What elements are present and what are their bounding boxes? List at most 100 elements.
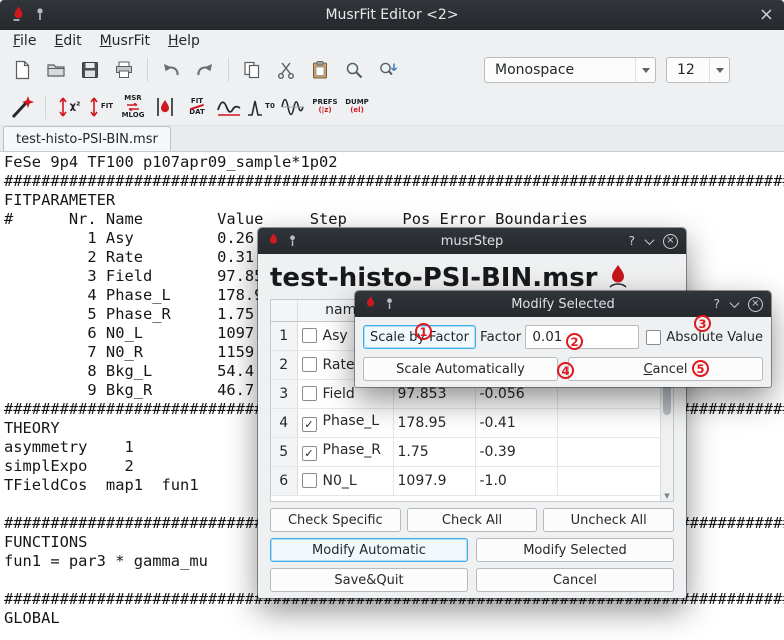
msr-file-heading: test-histo-PSI-BIN.msr bbox=[270, 262, 598, 294]
param-row[interactable]: 6 N0_L 1097.9 -1.0 bbox=[271, 466, 662, 495]
toolbar-separator bbox=[228, 58, 229, 82]
cut-icon[interactable] bbox=[270, 55, 302, 85]
absolute-value-label: Absolute Value bbox=[666, 330, 763, 345]
menu-file[interactable]: File bbox=[4, 31, 45, 51]
param-row[interactable]: 5 ✓Phase_R 1.75 -0.39 bbox=[271, 437, 662, 466]
editor-line: FeSe 9p4 TF100 p107apr09_sample*1p02 bbox=[4, 153, 784, 172]
editor-line: GLOBAL bbox=[4, 609, 784, 628]
musrfit-logo-icon bbox=[606, 263, 630, 293]
help-icon[interactable]: ? bbox=[714, 298, 720, 310]
musr-wiz-icon[interactable] bbox=[8, 91, 36, 123]
editor-line: ########################################… bbox=[4, 172, 784, 191]
modify-titlebar[interactable]: Modify Selected ? × bbox=[355, 291, 771, 317]
app-icon bbox=[10, 5, 27, 26]
main-titlebar[interactable]: MusrFit Editor <2> × bbox=[0, 0, 784, 30]
musr-plot-icon[interactable] bbox=[215, 91, 243, 123]
scroll-down-icon[interactable]: ▼ bbox=[661, 492, 673, 500]
musr-t0-icon[interactable]: T0 bbox=[247, 91, 275, 123]
row-checkbox[interactable] bbox=[302, 328, 317, 343]
row-checkbox[interactable]: ✓ bbox=[302, 417, 317, 432]
row-checkbox[interactable] bbox=[302, 386, 317, 401]
param-value: 1.75 bbox=[393, 437, 475, 466]
menu-musrfit[interactable]: MusrFit bbox=[91, 31, 159, 51]
param-value: 178.95 bbox=[393, 408, 475, 437]
musr-prefs-icon[interactable]: PREFS(|z) bbox=[311, 91, 339, 123]
menu-edit[interactable]: Edit bbox=[45, 31, 90, 51]
absolute-value-checkbox[interactable] bbox=[646, 330, 661, 345]
paste-icon[interactable] bbox=[304, 55, 336, 85]
undo-icon[interactable] bbox=[155, 55, 187, 85]
pin-icon[interactable] bbox=[384, 295, 395, 314]
menu-help[interactable]: Help bbox=[159, 31, 209, 51]
param-name: Phase_R bbox=[323, 442, 382, 458]
check-specific-button[interactable]: Check Specific bbox=[270, 508, 401, 532]
app-icon bbox=[266, 232, 281, 251]
find-icon[interactable] bbox=[338, 55, 370, 85]
font-size-value: 12 bbox=[667, 62, 709, 78]
new-document-icon[interactable] bbox=[6, 55, 38, 85]
annotation-circle-3: 3 bbox=[694, 315, 711, 332]
app-icon bbox=[363, 295, 378, 314]
screen: MusrFit Editor <2> × File Edit MusrFit H… bbox=[0, 0, 784, 640]
musrview-icon[interactable] bbox=[151, 91, 179, 123]
cancel-button[interactable]: Cancel bbox=[476, 568, 674, 592]
print-icon[interactable] bbox=[108, 55, 140, 85]
annotation-circle-5: 5 bbox=[692, 360, 709, 377]
msr-mlog-swap-icon[interactable]: MSRMLOG bbox=[119, 91, 147, 123]
factor-input[interactable] bbox=[525, 325, 639, 349]
param-name: Asy bbox=[323, 328, 348, 344]
param-name: Field bbox=[323, 386, 355, 402]
musrstep-titlebar[interactable]: musrStep ? × bbox=[258, 228, 686, 254]
dialog-title: Modify Selected bbox=[355, 297, 771, 312]
factor-label: Factor bbox=[480, 329, 521, 345]
close-icon[interactable]: × bbox=[748, 297, 763, 312]
uncheck-all-button[interactable]: Uncheck All bbox=[543, 508, 674, 532]
row-checkbox[interactable]: ✓ bbox=[302, 446, 317, 461]
row-checkbox[interactable] bbox=[302, 357, 317, 372]
modify-selected-button[interactable]: Modify Selected bbox=[476, 538, 674, 562]
menubar: File Edit MusrFit Help bbox=[0, 30, 784, 52]
musrfit-fit-icon[interactable]: FIT bbox=[87, 91, 115, 123]
musrfit-toolbar: χ² FIT MSRMLOG FITDAT T0 PREFS(|z) DUMP(… bbox=[0, 88, 784, 126]
shade-icon[interactable] bbox=[729, 299, 739, 309]
param-step: -0.41 bbox=[475, 408, 557, 437]
param-value: 1097.9 bbox=[393, 466, 475, 495]
open-folder-icon[interactable] bbox=[40, 55, 72, 85]
window-title: MusrFit Editor <2> bbox=[0, 7, 784, 23]
help-icon[interactable]: ? bbox=[629, 235, 635, 247]
close-icon[interactable]: × bbox=[759, 6, 774, 24]
param-step: -0.39 bbox=[475, 437, 557, 466]
scale-automatically-button[interactable]: Scale Automatically bbox=[363, 357, 558, 381]
close-icon[interactable]: × bbox=[663, 234, 678, 249]
editor-line: FITPARAMETER bbox=[4, 191, 784, 210]
redo-icon[interactable] bbox=[189, 55, 221, 85]
font-family-value: Monospace bbox=[485, 62, 635, 78]
tab-msr-file[interactable]: test-histo-PSI-BIN.msr bbox=[3, 126, 171, 151]
modify-automatic-button[interactable]: Modify Automatic bbox=[270, 538, 468, 562]
toolbar-separator bbox=[147, 58, 148, 82]
main-toolbar: Monospace 12 bbox=[0, 52, 784, 88]
chevron-down-icon bbox=[635, 58, 655, 82]
save-icon[interactable] bbox=[74, 55, 106, 85]
musr-dump-icon[interactable]: DUMP(el) bbox=[343, 91, 371, 123]
copy-icon[interactable] bbox=[236, 55, 268, 85]
pin-icon[interactable] bbox=[287, 232, 298, 251]
check-all-button[interactable]: Check All bbox=[407, 508, 538, 532]
font-family-combobox[interactable]: Monospace bbox=[484, 57, 656, 83]
musrstep-dialog: musrStep ? × test-histo-PSI-BIN.msr name bbox=[258, 228, 686, 598]
find-next-icon[interactable] bbox=[372, 55, 404, 85]
col-header-num bbox=[271, 300, 297, 321]
cancel-button[interactable]: Cancel bbox=[568, 357, 763, 381]
pin-icon[interactable] bbox=[34, 6, 46, 25]
tab-bar: test-histo-PSI-BIN.msr bbox=[0, 126, 784, 152]
row-checkbox[interactable] bbox=[302, 473, 317, 488]
musrfit-chisq-icon[interactable]: χ² bbox=[55, 91, 83, 123]
annotation-circle-4: 4 bbox=[557, 362, 574, 379]
musr-fft-icon[interactable] bbox=[279, 91, 307, 123]
fit-dat-icon[interactable]: FITDAT bbox=[183, 91, 211, 123]
annotation-circle-2: 2 bbox=[566, 333, 583, 350]
shade-icon[interactable] bbox=[644, 236, 654, 246]
save-quit-button[interactable]: Save&Quit bbox=[270, 568, 468, 592]
font-size-combobox[interactable]: 12 bbox=[666, 57, 730, 83]
param-row[interactable]: 4 ✓Phase_L 178.95 -0.41 bbox=[271, 408, 662, 437]
